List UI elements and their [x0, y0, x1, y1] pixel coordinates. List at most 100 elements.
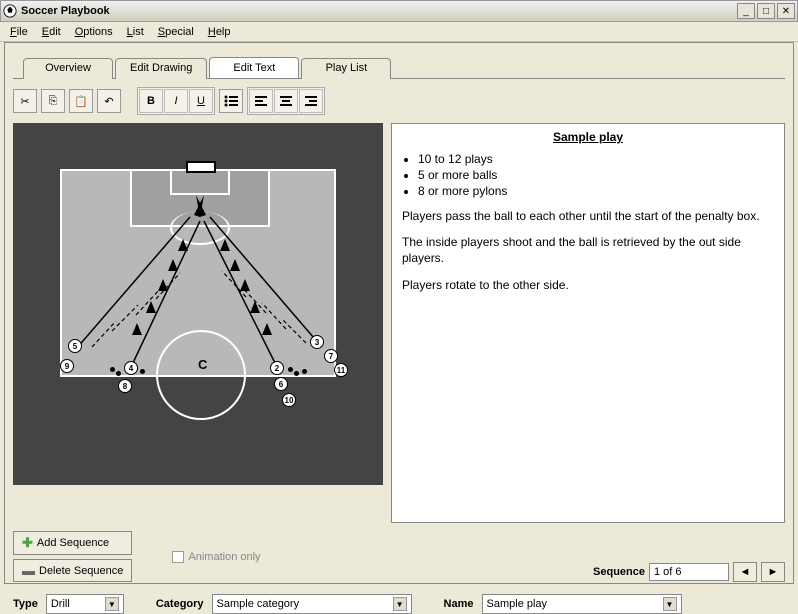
menu-edit[interactable]: Edit — [36, 24, 67, 40]
align-center-icon — [279, 94, 293, 108]
tab-overview[interactable]: Overview — [23, 58, 113, 79]
text-bullets: 10 to 12 plays 5 or more balls 8 or more p… — [418, 152, 774, 198]
underline-button[interactable]: U — [189, 89, 213, 113]
italic-button[interactable]: I — [164, 89, 188, 113]
text-title: Sample play — [402, 130, 774, 144]
text-bullet: 8 or more pylons — [418, 184, 774, 198]
sequence-field[interactable]: 1 of 6 — [649, 563, 729, 581]
cone — [158, 279, 168, 291]
text-paragraph: Players rotate to the other side. — [402, 277, 774, 293]
cone — [220, 239, 230, 251]
bullets-button[interactable] — [219, 89, 243, 113]
player-10: 10 — [282, 393, 296, 407]
text-paragraph: The inside players shoot and the ball is… — [402, 234, 774, 266]
title-bar: Soccer Playbook _ □ ✕ — [0, 0, 798, 22]
tab-row: Overview Edit Drawing Edit Text Play Lis… — [13, 51, 785, 78]
cone — [262, 323, 272, 335]
scissors-icon: ✂ — [20, 95, 29, 108]
field: C 594837112610 — [60, 169, 336, 377]
player-5: 5 — [68, 339, 82, 353]
category-select[interactable]: Sample category ▼ — [212, 594, 412, 614]
menu-file[interactable]: File — [4, 24, 34, 40]
delete-sequence-button[interactable]: ▬ Delete Sequence — [13, 559, 132, 582]
text-paragraph: Players pass the ball to each other unti… — [402, 208, 774, 224]
cone — [132, 323, 142, 335]
maximize-button[interactable]: □ — [757, 3, 775, 19]
chevron-down-icon: ▼ — [105, 597, 119, 611]
close-button[interactable]: ✕ — [777, 3, 795, 19]
cone — [250, 301, 260, 313]
menu-bar: File Edit Options List Special Help — [0, 22, 798, 42]
paste-button[interactable]: 📋 — [69, 89, 93, 113]
tab-edit-text[interactable]: Edit Text — [209, 57, 299, 78]
align-right-button[interactable] — [299, 89, 323, 113]
sequence-prev-button[interactable]: ◄ — [733, 562, 757, 582]
cone — [178, 239, 188, 251]
name-select[interactable]: Sample play ▼ — [482, 594, 682, 614]
tab-edit-drawing[interactable]: Edit Drawing — [115, 58, 207, 79]
goal — [186, 161, 216, 173]
player-11: 11 — [334, 363, 348, 377]
arrow-right-icon: ► — [768, 566, 779, 578]
ball — [294, 371, 299, 376]
cone — [240, 279, 250, 291]
text-editor[interactable]: Sample play 10 to 12 plays 5 or more ball… — [391, 123, 785, 523]
type-label: Type — [13, 598, 38, 610]
align-center-button[interactable] — [274, 89, 298, 113]
copy-icon: ⎘ — [49, 95, 58, 108]
menu-help[interactable]: Help — [202, 24, 237, 40]
goal-box — [170, 171, 230, 195]
menu-special[interactable]: Special — [152, 24, 200, 40]
category-label: Category — [156, 598, 204, 610]
text-bullet: 5 or more balls — [418, 168, 774, 182]
drawing-canvas[interactable]: C 5 9 4 8 3711 2 6 10 — [13, 123, 383, 485]
ball — [140, 369, 145, 374]
tab-play-list[interactable]: Play List — [301, 58, 391, 79]
player-9: 9 — [60, 359, 74, 373]
chevron-down-icon: ▼ — [393, 597, 407, 611]
clipboard-icon: 📋 — [74, 95, 88, 108]
player-3: 3 — [310, 335, 324, 349]
align-left-icon — [254, 94, 268, 108]
toolbar: ✂ ⎘ 📋 ↶ B I U — [13, 87, 785, 115]
center-circle — [156, 330, 246, 420]
bold-button[interactable]: B — [139, 89, 163, 113]
cone — [168, 259, 178, 271]
player-2: 2 — [270, 361, 284, 375]
player-6: 6 — [274, 377, 288, 391]
chevron-down-icon: ▼ — [663, 597, 677, 611]
player-4: 4 — [124, 361, 138, 375]
cone — [230, 259, 240, 271]
type-select[interactable]: Drill ▼ — [46, 594, 124, 614]
text-bullet: 10 to 12 plays — [418, 152, 774, 166]
sequence-label: Sequence — [593, 566, 645, 578]
player-7: 7 — [324, 349, 338, 363]
minus-icon: ▬ — [22, 563, 35, 578]
align-right-icon — [304, 94, 318, 108]
copy-button[interactable]: ⎘ — [41, 89, 65, 113]
arrow-left-icon: ◄ — [740, 566, 751, 578]
ball — [302, 369, 307, 374]
sequence-next-button[interactable]: ► — [761, 562, 785, 582]
ball — [288, 367, 293, 372]
undo-icon: ↶ — [104, 95, 113, 108]
app-icon — [3, 4, 17, 18]
align-left-button[interactable] — [249, 89, 273, 113]
animation-only-checkbox[interactable] — [172, 551, 184, 563]
cone — [146, 301, 156, 313]
center-label: C — [198, 357, 207, 372]
minimize-button[interactable]: _ — [737, 3, 755, 19]
cut-button[interactable]: ✂ — [13, 89, 37, 113]
menu-options[interactable]: Options — [69, 24, 119, 40]
window-title: Soccer Playbook — [21, 5, 737, 17]
undo-button[interactable]: ↶ — [97, 89, 121, 113]
menu-list[interactable]: List — [121, 24, 150, 40]
ball — [116, 371, 121, 376]
add-sequence-button[interactable]: ✚ Add Sequence — [13, 531, 132, 555]
ball — [110, 367, 115, 372]
plus-icon: ✚ — [22, 535, 33, 551]
list-icon — [224, 94, 238, 108]
player-8: 8 — [118, 379, 132, 393]
name-label: Name — [444, 598, 474, 610]
animation-only-label: Animation only — [188, 551, 260, 563]
